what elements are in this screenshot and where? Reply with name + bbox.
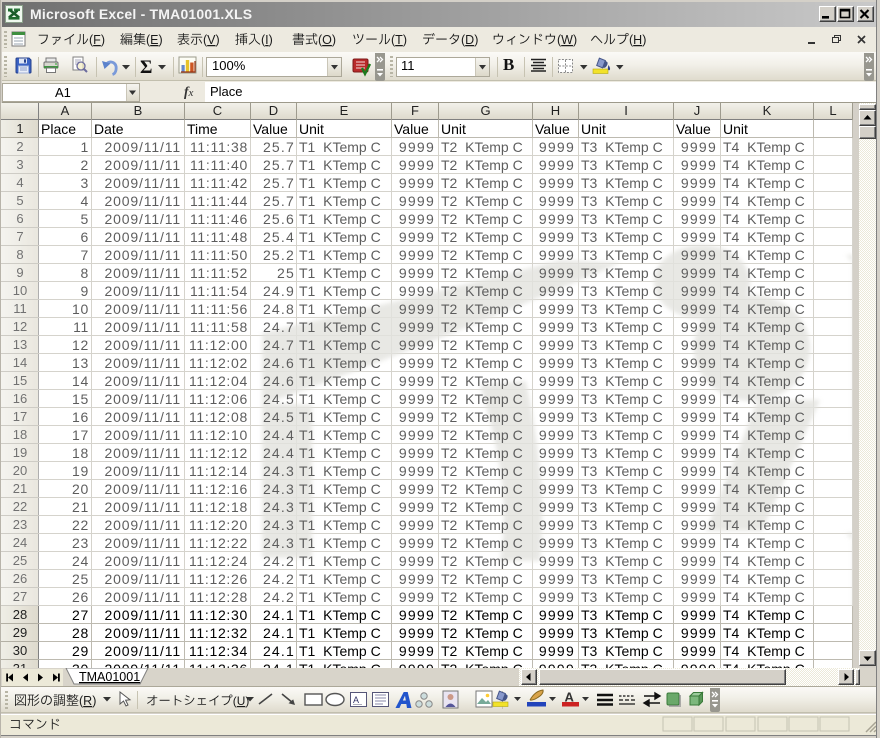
svg-text:(F): (F) (89, 33, 105, 47)
svg-text:A: A (565, 690, 575, 705)
svg-text:(U): (U) (233, 694, 250, 708)
svg-text:(T): (T) (391, 33, 407, 47)
svg-text:(I): (I) (261, 33, 273, 47)
svg-text:(H): (H) (629, 33, 646, 47)
svg-text:(R): (R) (79, 694, 96, 708)
svg-text:(O): (O) (318, 33, 336, 47)
svg-text:(W): (W) (557, 33, 577, 47)
svg-text:(E): (E) (146, 33, 163, 47)
svg-text:(V): (V) (203, 33, 220, 47)
svg-text:(D): (D) (461, 33, 478, 47)
svg-text:TMA01001: TMA01001 (79, 670, 140, 684)
svg-text:A: A (353, 695, 359, 705)
svg-text:Σ: Σ (140, 57, 152, 78)
